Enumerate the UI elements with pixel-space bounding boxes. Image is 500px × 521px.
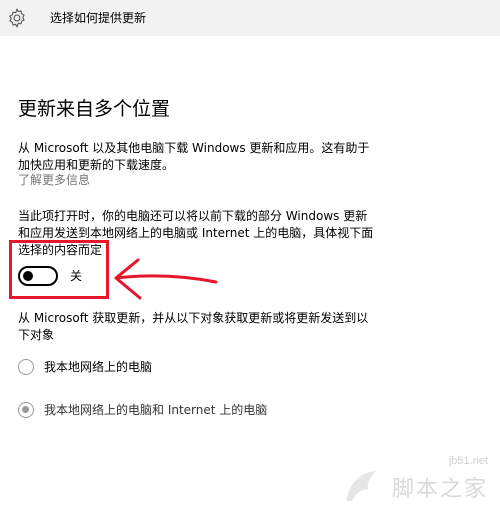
radio-dot xyxy=(22,406,29,413)
watermark-logo-icon xyxy=(346,471,376,501)
option-local-network[interactable]: 我本地网络上的电脑 xyxy=(18,359,152,375)
description-line: 从 Microsoft 以及其他电脑下载 Windows 更新和应用。这有助于 xyxy=(18,141,370,155)
option-local-and-internet[interactable]: 我本地网络上的电脑和 Internet 上的电脑 xyxy=(18,402,267,418)
window-title: 选择如何提供更新 xyxy=(50,11,147,25)
radio-button[interactable] xyxy=(18,359,34,375)
page-heading: 更新来自多个位置 xyxy=(18,98,171,120)
annotation-arrow-icon xyxy=(114,258,218,300)
source-description-line: 下对象 xyxy=(18,328,55,342)
watermark-text: 脚本之家 xyxy=(391,477,488,502)
gear-icon xyxy=(9,7,25,29)
site-watermark: jb51.net 脚本之家 xyxy=(342,455,492,513)
learn-more-link[interactable]: 了解更多信息 xyxy=(18,172,90,189)
watermark-url: jb51.net xyxy=(448,455,488,467)
description-text: 从 Microsoft 以及其他电脑下载 Windows 更新和应用。这有助于 … xyxy=(18,140,369,174)
option-label: 我本地网络上的电脑和 Internet 上的电脑 xyxy=(44,403,268,417)
radio-button-selected[interactable] xyxy=(18,402,34,418)
annotation-highlight-box xyxy=(9,240,109,299)
source-description-text: 从 Microsoft 获取更新，并从以下对象获取更新或将更新发送到以 下对象 xyxy=(18,310,368,344)
source-description-line: 从 Microsoft 获取更新，并从以下对象获取更新或将更新发送到以 xyxy=(18,311,369,325)
toggle-description-line: 当此项打开时，你的电脑还可以将以前下载的部分 Windows 更新 xyxy=(18,209,368,223)
title-bar: 选择如何提供更新 xyxy=(0,0,500,36)
option-label: 我本地网络上的电脑 xyxy=(44,360,153,374)
